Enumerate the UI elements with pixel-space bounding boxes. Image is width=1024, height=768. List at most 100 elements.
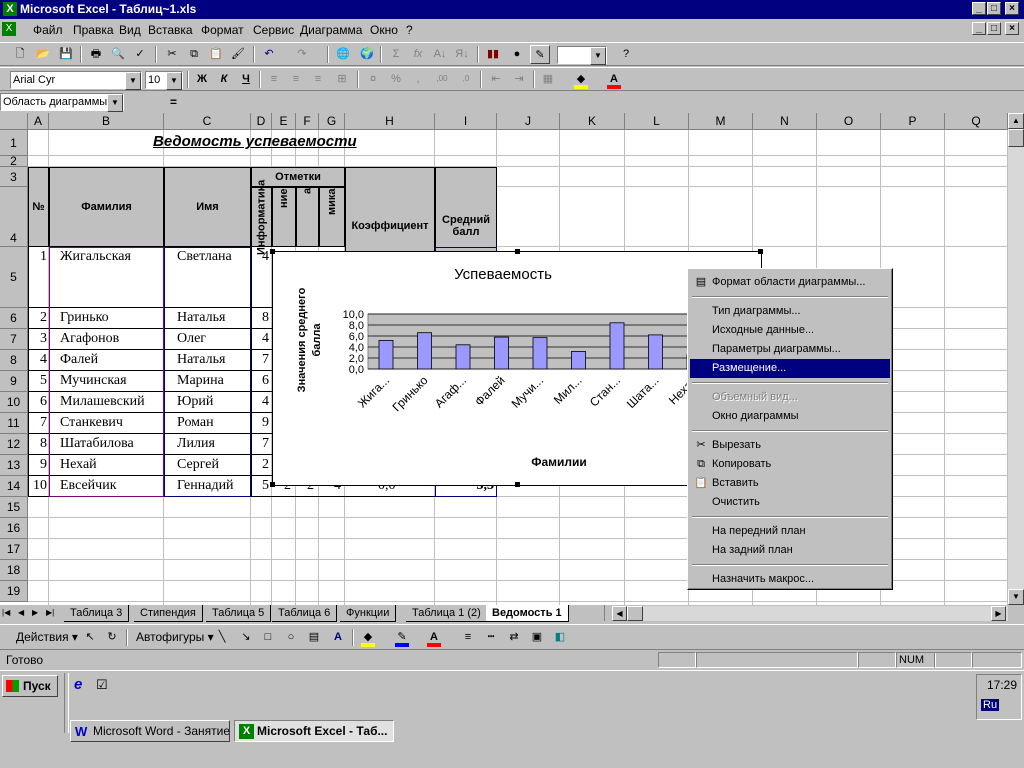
row-header-9[interactable]: 9 (0, 371, 28, 392)
oval-icon[interactable]: ○ (281, 628, 301, 647)
row-header-8[interactable]: 8 (0, 350, 28, 371)
cell-number[interactable]: 5 (28, 371, 47, 392)
menu-insert[interactable]: Вставка (148, 23, 193, 37)
sheet-tab[interactable]: Таблица 5 (206, 605, 272, 622)
row-header-1[interactable]: 1 (0, 130, 28, 156)
name-box[interactable]: Область диаграммы ▼ (0, 93, 124, 112)
task-word[interactable]: W Microsoft Word - Занятие ... (70, 720, 230, 742)
sort-asc-icon[interactable]: A↓ (430, 45, 450, 64)
hyperlink-icon[interactable]: 🌐 (333, 45, 353, 64)
tab-first-icon[interactable]: |◀ (2, 607, 14, 619)
chart-bar[interactable] (571, 351, 586, 370)
resize-handle-n[interactable] (515, 249, 520, 254)
column-header-g[interactable]: G (319, 113, 345, 130)
rectangle-icon[interactable]: □ (258, 628, 278, 647)
row-header-7[interactable]: 7 (0, 329, 28, 350)
sheet-tab[interactable]: Таблица 6 (272, 605, 338, 622)
font-size-combo[interactable]: 10 ▼ (145, 71, 183, 90)
scroll-up-icon[interactable]: ▲ (1008, 113, 1024, 129)
row-header-13[interactable]: 13 (0, 455, 28, 476)
cell-number[interactable]: 9 (28, 455, 47, 476)
sort-desc-icon[interactable]: Я↓ (452, 45, 472, 64)
fill-color-draw-icon[interactable]: ◆ (358, 628, 378, 647)
cell-number[interactable]: 7 (28, 413, 47, 434)
chevron-down-icon[interactable]: ▼ (590, 47, 606, 65)
new-icon[interactable]: 🗋 (10, 45, 30, 64)
horizontal-scrollbar[interactable]: ◀ ▶ (612, 606, 1008, 621)
wordart-icon[interactable]: A (328, 628, 348, 647)
sheet-tab[interactable]: Функции (340, 605, 397, 622)
autosum-icon[interactable]: Σ (386, 45, 406, 64)
formula-input[interactable] (186, 94, 1022, 111)
chart-bar[interactable] (494, 336, 509, 370)
column-header-k[interactable]: K (560, 113, 625, 130)
column-header-l[interactable]: L (625, 113, 689, 130)
cell-informatics[interactable]: 4 (262, 247, 272, 308)
autoshapes-menu[interactable]: Автофигуры ▾ (136, 630, 214, 644)
decrease-decimal-icon[interactable]: ,0 (456, 70, 476, 89)
chart-bar[interactable] (648, 334, 663, 370)
context-menu-item[interactable]: Исходные данные... (690, 321, 890, 340)
cell-informatics[interactable]: 2 (262, 455, 272, 476)
scroll-right-icon[interactable]: ▶ (991, 606, 1006, 621)
web-toolbar-icon[interactable]: 🌍 (357, 45, 377, 64)
resize-handle-ne[interactable] (758, 249, 763, 254)
row-header-10[interactable]: 10 (0, 392, 28, 413)
function-icon[interactable]: fx (408, 45, 428, 64)
column-header-c[interactable]: C (164, 113, 251, 130)
undo-icon[interactable]: ↶ (259, 45, 279, 64)
font-color-icon[interactable]: A (604, 70, 624, 89)
cell-number[interactable]: 6 (28, 392, 47, 413)
zoom-combo[interactable]: ▼ (557, 46, 607, 65)
row-header-17[interactable]: 17 (0, 539, 28, 560)
start-button[interactable]: Пуск (2, 675, 58, 697)
line-style-icon[interactable]: ≡ (458, 628, 478, 647)
row-header-16[interactable]: 16 (0, 518, 28, 539)
h-scroll-thumb[interactable] (627, 606, 643, 621)
sheet-tab[interactable]: Таблица 3 (64, 605, 130, 622)
row-header-3[interactable]: 3 (0, 167, 28, 187)
column-header-p[interactable]: P (881, 113, 945, 130)
context-menu-item[interactable]: ▤ Формат области диаграммы... (690, 273, 890, 292)
cell-number[interactable]: 4 (28, 350, 47, 371)
textbox-icon[interactable]: ▤ (304, 628, 324, 647)
row-header-5[interactable]: 5 (0, 247, 28, 308)
select-all-corner[interactable] (0, 113, 28, 130)
context-menu-item[interactable]: Назначить макрос... (690, 570, 890, 589)
actions-menu[interactable]: Действия ▾ (16, 630, 78, 644)
increase-decimal-icon[interactable]: ,00 (432, 70, 452, 89)
redo-icon[interactable]: ↷ (292, 45, 312, 64)
cell-informatics[interactable]: 7 (262, 434, 272, 455)
column-header-a[interactable]: A (28, 113, 49, 130)
cell-informatics[interactable]: 4 (262, 329, 272, 350)
decrease-indent-icon[interactable]: ⇤ (486, 70, 506, 89)
close-button[interactable]: × (1005, 2, 1019, 15)
align-left-icon[interactable]: ≡ (264, 70, 284, 89)
select-pointer-icon[interactable]: ↖ (80, 628, 100, 647)
context-menu-item[interactable]: Очистить (690, 493, 890, 512)
underline-button[interactable]: Ч (236, 70, 256, 89)
doc-restore-button[interactable]: □ (987, 22, 1001, 35)
shadow-icon[interactable]: ▣ (527, 628, 547, 647)
tab-last-icon[interactable]: ▶| (46, 607, 58, 619)
column-header-j[interactable]: J (497, 113, 560, 130)
scroll-left-icon[interactable]: ◀ (612, 606, 627, 621)
minimize-button[interactable]: _ (972, 2, 986, 15)
menu-help[interactable]: ? (406, 23, 413, 37)
tab-splitter[interactable] (604, 605, 611, 621)
column-header-o[interactable]: O (817, 113, 881, 130)
row-header-4[interactable]: 4 (0, 187, 28, 247)
chevron-down-icon[interactable]: ▼ (125, 72, 141, 90)
paste-toolbar-icon[interactable]: 📋 (206, 45, 226, 64)
context-menu-item[interactable]: 📋 Вставить (690, 474, 890, 493)
context-menu-item[interactable]: На задний план (690, 541, 890, 560)
column-header-q[interactable]: Q (945, 113, 1008, 130)
row-header-12[interactable]: 12 (0, 434, 28, 455)
scroll-down-icon[interactable]: ▼ (1008, 589, 1024, 605)
sheet-tab[interactable]: Таблица 1 (2) (406, 605, 488, 622)
context-menu-item[interactable]: Размещение... (690, 359, 890, 378)
align-right-icon[interactable]: ≡ (308, 70, 328, 89)
menu-tools[interactable]: Сервис (253, 23, 294, 37)
currency-icon[interactable]: ¤ (363, 70, 383, 89)
arrow-style-icon[interactable]: ⇄ (504, 628, 524, 647)
